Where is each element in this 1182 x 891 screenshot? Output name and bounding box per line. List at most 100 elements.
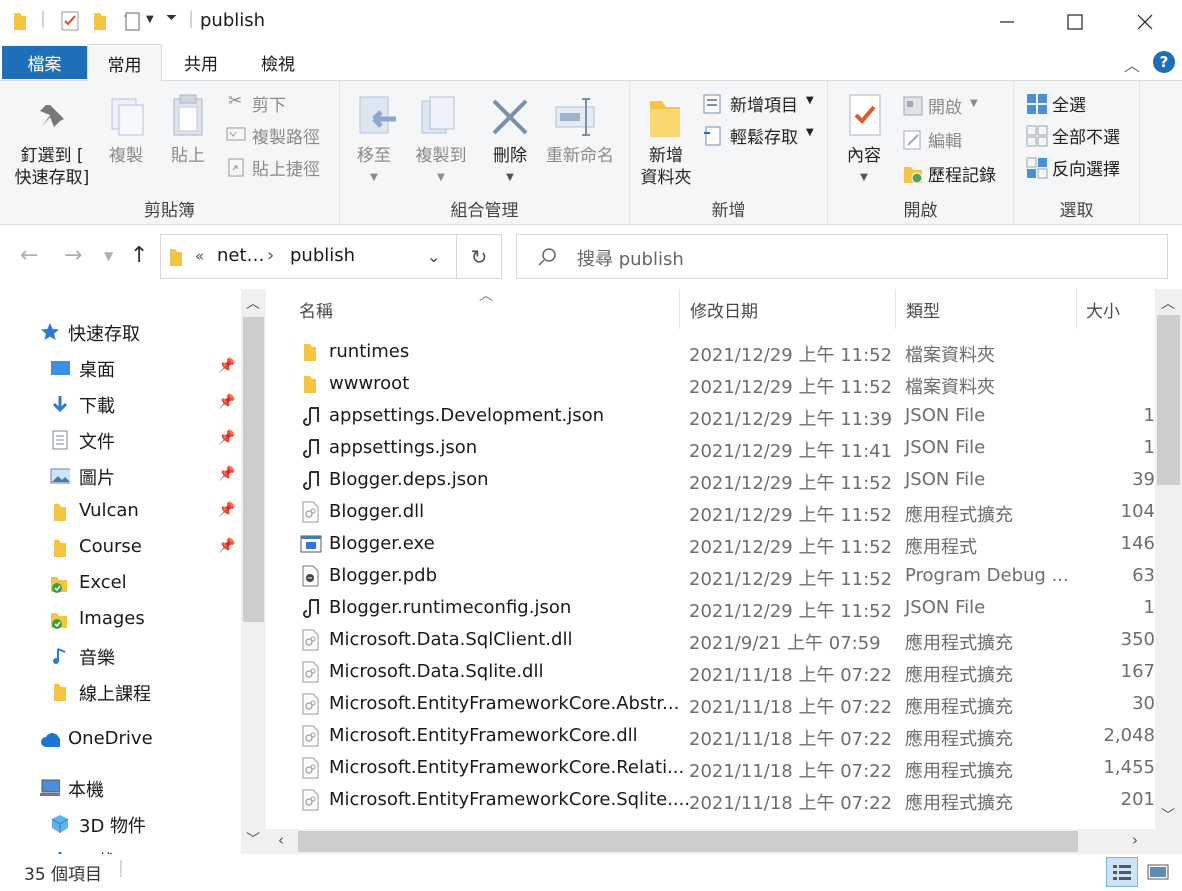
pin-icon[interactable]: 📌 [218,358,235,374]
pin-icon[interactable]: 📌 [218,502,235,518]
file-row[interactable]: Blogger.deps.json 2021/12/29 上午 11:52 JSON… [266,465,1155,497]
new-item-button[interactable]: 新增項目 [730,91,798,116]
file-list-vscrollbar[interactable]: ︿ ﹀ [1155,289,1182,829]
pin-icon[interactable]: 📌 [218,430,235,446]
nav-item[interactable]: 3D 物件 [0,809,240,839]
nav-item[interactable]: 桌面 📌 [0,353,240,383]
nav-item[interactable]: 本機 [0,773,240,803]
scroll-up-icon[interactable]: ︿ [246,293,260,313]
tab-view[interactable]: 檢視 [240,44,316,81]
hscroll-thumb[interactable] [298,831,1078,852]
file-list-hscrollbar[interactable]: ‹ › [266,829,1155,854]
column-header-name[interactable]: 名稱 [299,289,679,329]
nav-item[interactable]: 圖片 📌 [0,461,240,491]
nav-item[interactable]: 下載 📌 [0,389,240,419]
up-button[interactable]: ↑ [130,243,148,268]
new-folder-button[interactable]: 新增 資料夾 [634,145,698,189]
file-row[interactable]: Microsoft.Data.Sqlite.dll 2021/11/18 上午 0… [266,657,1155,689]
delete-button[interactable]: 刪除 ▼ [486,145,534,189]
move-to-button[interactable]: 移至 ▼ [350,145,398,189]
file-row[interactable]: Microsoft.EntityFrameworkCore.Relati... 2… [266,753,1155,785]
file-row[interactable]: Blogger.pdb 2021/12/29 上午 11:52 Program De… [266,561,1155,593]
help-icon[interactable]: ? [1153,51,1175,73]
file-row[interactable]: Blogger.dll 2021/12/29 上午 11:52 應用程式擴充 104 [266,497,1155,529]
scroll-left-icon[interactable]: ‹ [278,831,284,849]
edit-button[interactable]: 編輯 [928,127,962,152]
invert-selection-button[interactable]: 反向選擇 [1052,155,1120,180]
customize-qat-icon[interactable]: ⏷ [166,10,177,26]
file-row[interactable]: Microsoft.EntityFrameworkCore.Abstr... 20… [266,689,1155,721]
pin-quick-access-button[interactable]: 釘選到 [快速存取] [4,145,100,189]
properties-qat-icon[interactable] [60,10,80,32]
close-button[interactable] [1110,0,1180,44]
breadcrumb-separator[interactable]: › [267,245,274,266]
overflow-chevron[interactable]: « [195,247,204,265]
select-none-button[interactable]: 全部不選 [1052,123,1120,148]
new-folder-qat-icon[interactable] [92,10,108,32]
nav-scroll-thumb[interactable] [243,317,264,622]
scroll-right-icon[interactable]: › [1132,831,1138,849]
copy-button[interactable]: 複製 [100,145,152,167]
column-divider[interactable] [895,289,896,329]
copy-path-button[interactable]: 複製路徑 [252,123,320,148]
nav-scrollbar[interactable]: ︿ ﹀ [241,289,266,854]
breadcrumb-segment[interactable]: net… [217,245,265,266]
maximize-button[interactable] [1040,0,1110,44]
nav-item[interactable]: Images [0,605,240,635]
file-row[interactable]: appsettings.json 2021/12/29 上午 11:41 JSON … [266,433,1155,465]
chevron-down-icon[interactable]: ▼ [146,14,154,25]
easy-access-button[interactable]: 輕鬆存取 [730,123,798,148]
tab-file[interactable]: 檔案 [2,46,87,79]
nav-item[interactable]: 文件 📌 [0,425,240,455]
chevron-down-icon[interactable]: ⌄ [427,247,440,266]
large-icons-view-button[interactable] [1142,857,1174,887]
column-divider[interactable] [679,289,680,329]
scroll-down-icon[interactable]: ﹀ [1161,805,1175,825]
pin-icon[interactable]: 📌 [218,466,235,482]
new-item-qat-icon[interactable] [122,10,144,32]
refresh-button[interactable]: ↻ [457,234,502,279]
nav-item[interactable]: 快速存取 [0,317,240,347]
tab-home[interactable]: 常用 [87,44,162,82]
copy-to-button[interactable]: 複製到 ▼ [406,145,476,189]
collapse-ribbon-icon[interactable]: ︿ [1124,52,1140,76]
nav-item[interactable]: OneDrive [0,725,240,755]
file-row[interactable]: Blogger.runtimeconfig.json 2021/12/29 上午 … [266,593,1155,625]
column-divider[interactable] [1076,289,1077,329]
search-input[interactable]: 搜尋 publish [516,234,1168,279]
pin-icon[interactable]: 📌 [218,394,235,410]
details-view-button[interactable] [1106,857,1138,887]
scroll-up-icon[interactable]: ︿ [1161,293,1175,313]
tab-share[interactable]: 共用 [163,44,239,81]
nav-item[interactable]: Excel [0,569,240,599]
nav-item[interactable]: Vulcan 📌 [0,497,240,527]
recent-locations-button[interactable]: ▼ [104,249,113,263]
address-input[interactable]: « net… › publish ⌄ [160,234,457,279]
column-header-size[interactable]: 大小 [1086,289,1146,329]
rename-button[interactable]: 重新命名 [540,145,620,167]
paste-button[interactable]: 貼上 [162,145,214,167]
column-header-type[interactable]: 類型 [906,289,1076,329]
breadcrumb-segment[interactable]: publish [290,245,355,266]
nav-item[interactable]: 音樂 [0,641,240,671]
file-row[interactable]: runtimes 2021/12/29 上午 11:52 檔案資料夾 [266,337,1155,369]
file-row[interactable]: Microsoft.EntityFrameworkCore.dll 2021/11… [266,721,1155,753]
file-row[interactable]: Microsoft.EntityFrameworkCore.Sqlite....… [266,785,1155,817]
paste-shortcut-button[interactable]: 貼上捷徑 [252,155,320,180]
select-all-button[interactable]: 全選 [1052,91,1086,116]
forward-button[interactable]: → [64,243,82,268]
scroll-down-icon[interactable]: ﹀ [246,829,260,849]
pin-icon[interactable]: 📌 [218,538,235,554]
back-button[interactable]: ← [20,243,38,268]
nav-item[interactable]: Course 📌 [0,533,240,563]
cut-button[interactable]: 剪下 [252,91,286,116]
column-header-date[interactable]: 修改日期 [690,289,895,329]
file-row[interactable]: wwwroot 2021/12/29 上午 11:52 檔案資料夾 [266,369,1155,401]
file-list-scroll-thumb[interactable] [1157,315,1180,485]
nav-item[interactable]: 線上課程 [0,677,240,707]
minimize-button[interactable] [972,0,1042,44]
file-row[interactable]: Blogger.exe 2021/12/29 上午 11:52 應用程式 146 [266,529,1155,561]
file-row[interactable]: Microsoft.Data.SqlClient.dll 2021/9/21 上午… [266,625,1155,657]
open-button[interactable]: 開啟 [928,93,962,118]
file-row[interactable]: appsettings.Development.json 2021/12/29 上… [266,401,1155,433]
